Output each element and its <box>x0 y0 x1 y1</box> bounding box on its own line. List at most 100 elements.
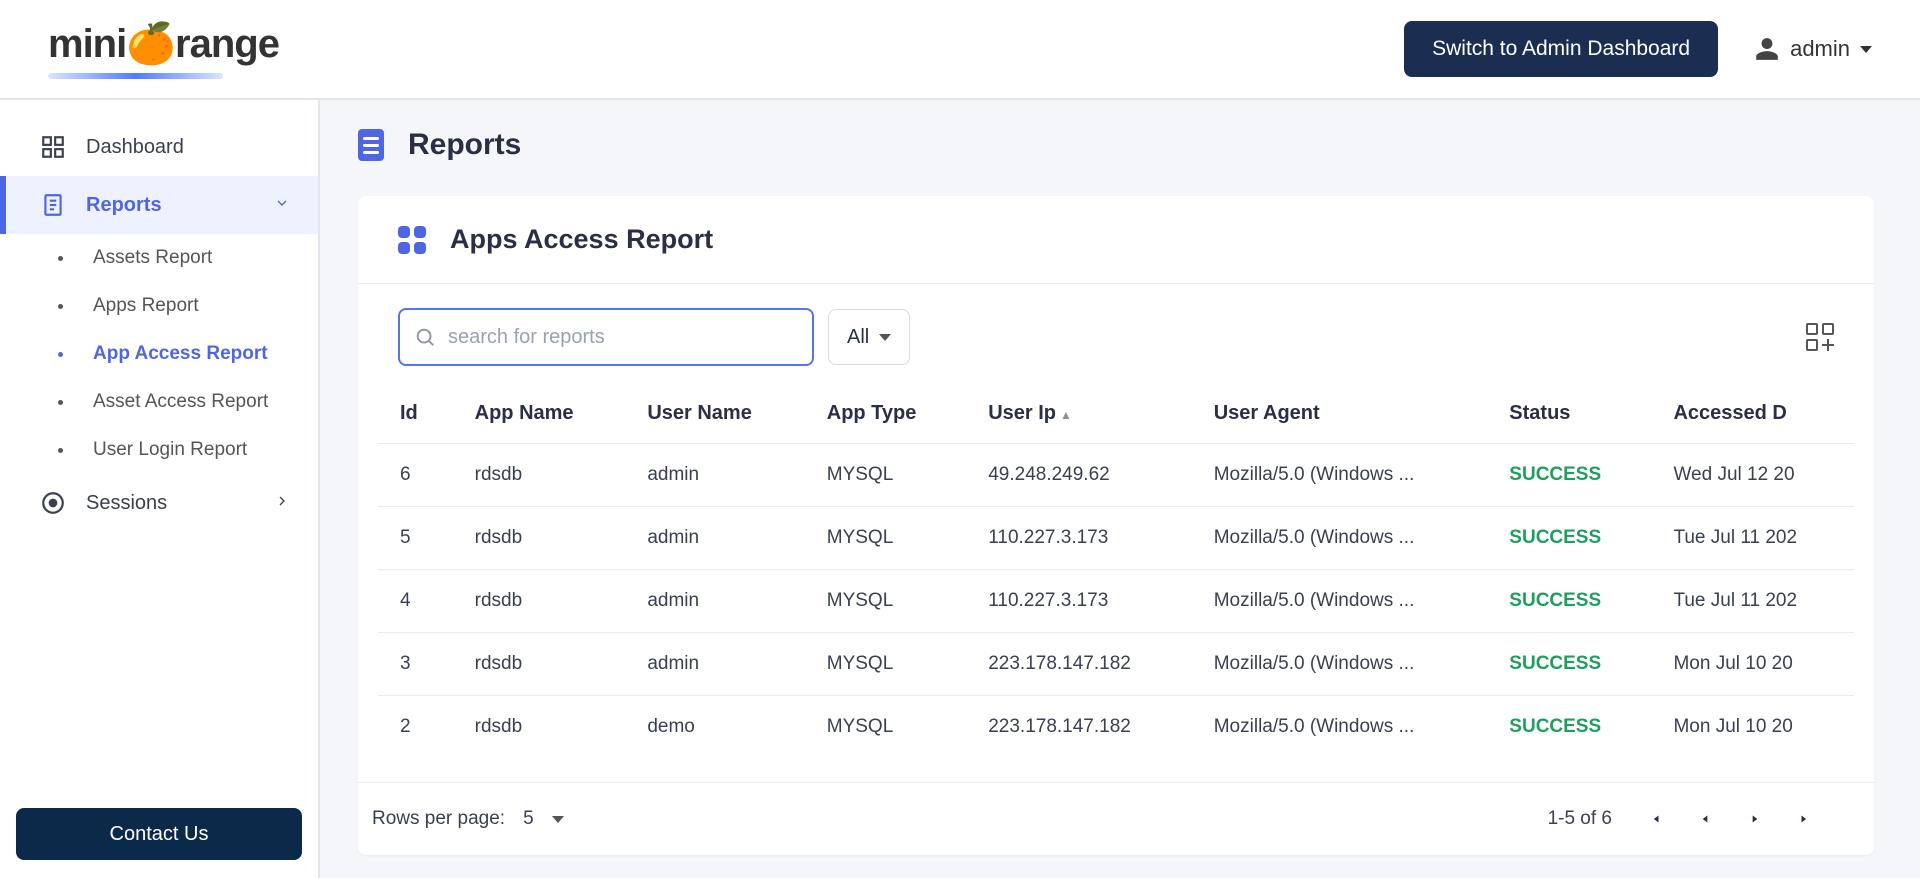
cell-id: 5 <box>378 507 453 570</box>
controls-row: All <box>358 284 1874 372</box>
col-user-ip[interactable]: User Ip▲ <box>966 384 1192 444</box>
table-row[interactable]: 3rdsdbadminMYSQL223.178.147.182Mozilla/5… <box>378 633 1854 696</box>
sessions-icon <box>40 490 66 516</box>
table-row[interactable]: 4rdsdbadminMYSQL110.227.3.173Mozilla/5.0… <box>378 570 1854 633</box>
cell-user-ip: 49.248.249.62 <box>966 444 1192 507</box>
sidebar-sub-user-login-report[interactable]: User Login Report <box>0 426 318 474</box>
rows-per-page-label: Rows per page: <box>372 808 505 830</box>
sidebar-sub-assets-report[interactable]: Assets Report <box>0 234 318 282</box>
cell-id: 2 <box>378 696 453 759</box>
chevron-right-icon <box>274 492 290 515</box>
cell-user-name: demo <box>625 696 804 759</box>
apps-grid-icon <box>398 226 426 254</box>
col-accessed[interactable]: Accessed D <box>1651 384 1854 444</box>
cell-user-agent: Mozilla/5.0 (Windows ... <box>1192 633 1488 696</box>
contact-us-button[interactable]: Contact Us <box>16 808 302 860</box>
dashboard-icon <box>40 134 66 160</box>
reports-page-icon <box>358 129 384 161</box>
logo-text-a: mini <box>48 22 126 66</box>
rows-per-page-value: 5 <box>523 808 534 830</box>
page-head: Reports <box>358 128 1874 162</box>
cell-user-agent: Mozilla/5.0 (Windows ... <box>1192 507 1488 570</box>
page-title: Reports <box>408 128 521 162</box>
cell-user-name: admin <box>625 570 804 633</box>
logo-text-b: range <box>175 22 279 66</box>
cell-status: SUCCESS <box>1487 696 1651 759</box>
chevron-down-icon <box>1860 46 1872 53</box>
pagination: Rows per page: 5 1-5 of 6 <box>358 782 1874 855</box>
cell-accessed: Mon Jul 10 20 <box>1651 696 1854 759</box>
sidebar-sub-label: Assets Report <box>93 247 212 269</box>
cell-app-type: MYSQL <box>805 444 966 507</box>
cell-accessed: Mon Jul 10 20 <box>1651 633 1854 696</box>
user-menu[interactable]: admin <box>1754 36 1872 62</box>
table-row[interactable]: 6rdsdbadminMYSQL49.248.249.62Mozilla/5.0… <box>378 444 1854 507</box>
col-id[interactable]: Id <box>378 384 453 444</box>
sidebar-sub-label: Asset Access Report <box>93 391 268 413</box>
cell-app-type: MYSQL <box>805 507 966 570</box>
search-icon <box>414 326 436 348</box>
logo: mini🍊range <box>48 20 279 79</box>
chevron-down-icon <box>552 816 564 823</box>
sidebar-item-label: Reports <box>86 194 162 217</box>
filter-select[interactable]: All <box>828 309 910 365</box>
switch-admin-dashboard-button[interactable]: Switch to Admin Dashboard <box>1404 21 1718 77</box>
cell-accessed: Wed Jul 12 20 <box>1651 444 1854 507</box>
report-table: Id App Name User Name App Type User Ip▲ … <box>378 384 1854 758</box>
table-wrap: Id App Name User Name App Type User Ip▲ … <box>358 372 1874 770</box>
cell-user-ip: 110.227.3.173 <box>966 507 1192 570</box>
col-status[interactable]: Status <box>1487 384 1651 444</box>
cell-app-type: MYSQL <box>805 696 966 759</box>
sidebar-item-label: Sessions <box>86 492 167 515</box>
chevron-down-icon <box>274 194 290 217</box>
cell-app-name: rdsdb <box>453 696 626 759</box>
cell-user-name: admin <box>625 444 804 507</box>
sidebar-sub-label: App Access Report <box>93 343 268 365</box>
cell-id: 3 <box>378 633 453 696</box>
page-next-button[interactable] <box>1730 799 1780 839</box>
rows-per-page: Rows per page: 5 <box>372 808 564 830</box>
cell-user-agent: Mozilla/5.0 (Windows ... <box>1192 696 1488 759</box>
table-header-row: Id App Name User Name App Type User Ip▲ … <box>378 384 1854 444</box>
main-content: Reports Apps Access Report All <box>320 100 1920 878</box>
logo-orange: 🍊 <box>126 22 175 66</box>
cell-id: 6 <box>378 444 453 507</box>
search-input[interactable] <box>448 326 798 349</box>
cell-app-type: MYSQL <box>805 570 966 633</box>
rows-per-page-select[interactable]: 5 <box>523 808 564 830</box>
sidebar-item-reports[interactable]: Reports <box>0 176 318 234</box>
col-app-name[interactable]: App Name <box>453 384 626 444</box>
report-card: Apps Access Report All <box>358 196 1874 855</box>
table-row[interactable]: 2rdsdbdemoMYSQL223.178.147.182Mozilla/5.… <box>378 696 1854 759</box>
sidebar-item-label: Dashboard <box>86 136 184 159</box>
sidebar-sub-app-access-report[interactable]: App Access Report <box>0 330 318 378</box>
sidebar: Dashboard Reports Assets Report Apps Rep… <box>0 100 320 878</box>
sidebar-sub-apps-report[interactable]: Apps Report <box>0 282 318 330</box>
cell-user-agent: Mozilla/5.0 (Windows ... <box>1192 570 1488 633</box>
table-row[interactable]: 5rdsdbadminMYSQL110.227.3.173Mozilla/5.0… <box>378 507 1854 570</box>
page-prev-button[interactable] <box>1680 799 1730 839</box>
col-user-agent[interactable]: User Agent <box>1192 384 1488 444</box>
col-user-name[interactable]: User Name <box>625 384 804 444</box>
cell-id: 4 <box>378 570 453 633</box>
search-box[interactable] <box>398 308 814 366</box>
cell-app-name: rdsdb <box>453 633 626 696</box>
cell-status: SUCCESS <box>1487 444 1651 507</box>
page-first-button[interactable] <box>1630 799 1680 839</box>
column-chooser-button[interactable] <box>1806 323 1834 351</box>
cell-app-name: rdsdb <box>453 570 626 633</box>
sidebar-item-sessions[interactable]: Sessions <box>0 474 318 532</box>
col-app-type[interactable]: App Type <box>805 384 966 444</box>
reports-icon <box>40 192 66 218</box>
cell-user-name: admin <box>625 633 804 696</box>
cell-user-ip: 223.178.147.182 <box>966 633 1192 696</box>
cell-app-name: rdsdb <box>453 444 626 507</box>
cell-user-agent: Mozilla/5.0 (Windows ... <box>1192 444 1488 507</box>
cell-user-ip: 110.227.3.173 <box>966 570 1192 633</box>
page-last-button[interactable] <box>1780 799 1830 839</box>
sidebar-item-dashboard[interactable]: Dashboard <box>0 118 318 176</box>
cell-user-ip: 223.178.147.182 <box>966 696 1192 759</box>
sidebar-sub-asset-access-report[interactable]: Asset Access Report <box>0 378 318 426</box>
sidebar-sub-label: Apps Report <box>93 295 199 317</box>
cell-app-name: rdsdb <box>453 507 626 570</box>
